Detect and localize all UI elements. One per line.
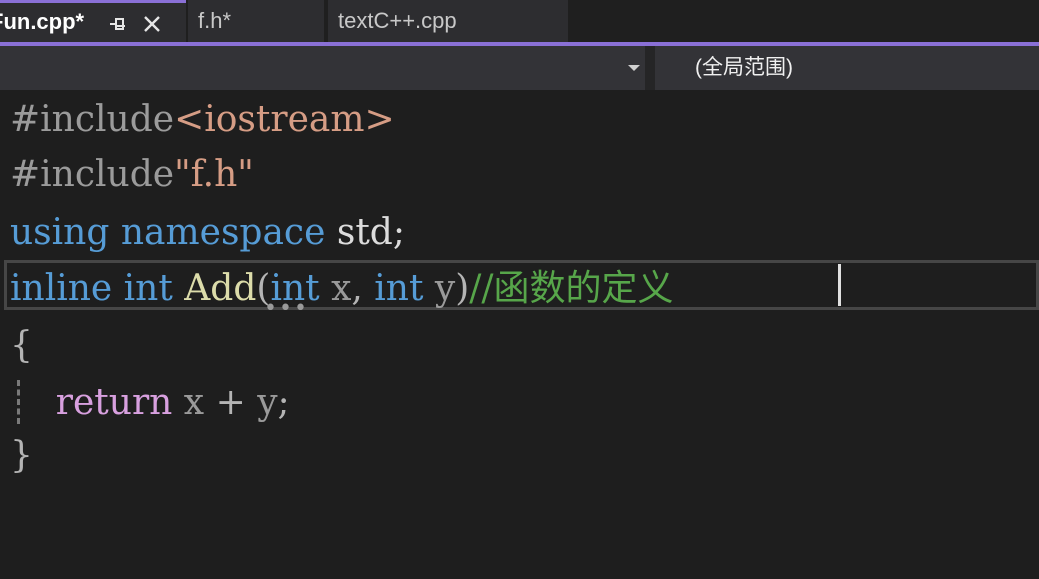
keyword-using: using [10, 212, 110, 253]
open-brace: { [10, 325, 33, 366]
close-icon[interactable] [142, 14, 162, 34]
code-line-6: return x + y; [10, 375, 290, 431]
keyword-int: int [123, 268, 173, 309]
navigation-bar: (全局范围) [0, 46, 1039, 90]
paren-close: ) [455, 268, 470, 309]
include-header: "f.h" [174, 154, 254, 195]
operator-plus: + [215, 382, 246, 423]
tab-f-h[interactable]: f.h* [188, 0, 324, 42]
namespace-name: std; [336, 212, 405, 253]
param-y: y [434, 268, 456, 309]
tab-label: textC++.cpp [338, 8, 457, 33]
preprocessor-directive: #include [10, 154, 175, 195]
code-line-5: { [10, 318, 33, 374]
scope-dropdown[interactable]: (全局范围) [655, 46, 1039, 90]
scope-label: (全局范围) [695, 56, 793, 79]
chevron-down-icon[interactable] [628, 65, 640, 71]
var-y: y [257, 382, 278, 423]
code-line-4: inline int Add(int x, int y)//函数的定义 [10, 261, 674, 317]
semicolon: ; [277, 382, 290, 423]
tab-label: Fun.cpp* [0, 9, 85, 34]
code-editor[interactable]: #include<iostream> #include"f.h" using n… [0, 90, 1039, 579]
comma: , [351, 268, 363, 309]
tab-label: f.h* [198, 8, 232, 33]
tab-fun-cpp[interactable]: Fun.cpp* [0, 0, 186, 42]
keyword-namespace: namespace [120, 212, 326, 253]
keyword-return: return [55, 382, 173, 423]
include-header: <iostream> [174, 99, 395, 140]
code-line-7: } [10, 428, 33, 484]
quick-action-dots-icon[interactable]: ••• [264, 298, 309, 320]
code-comment: //函数的定义 [469, 268, 674, 309]
preprocessor-directive: #include [10, 99, 175, 140]
text-cursor [838, 264, 841, 306]
keyword-int: int [374, 268, 424, 309]
param-x: x [331, 268, 352, 309]
code-line-2: #include"f.h" [10, 147, 254, 203]
close-brace: } [10, 435, 33, 476]
project-dropdown[interactable] [0, 46, 645, 90]
tab-textc-cpp[interactable]: textC++.cpp [328, 0, 568, 42]
code-line-3: using namespace std; [10, 205, 405, 261]
function-name: Add [184, 268, 257, 309]
var-x: x [183, 382, 205, 423]
pin-icon[interactable] [108, 15, 128, 33]
keyword-inline: inline [10, 268, 113, 309]
code-line-1: #include<iostream> [10, 92, 395, 148]
tab-strip: Fun.cpp* f.h* textC++.cpp [0, 0, 1039, 42]
